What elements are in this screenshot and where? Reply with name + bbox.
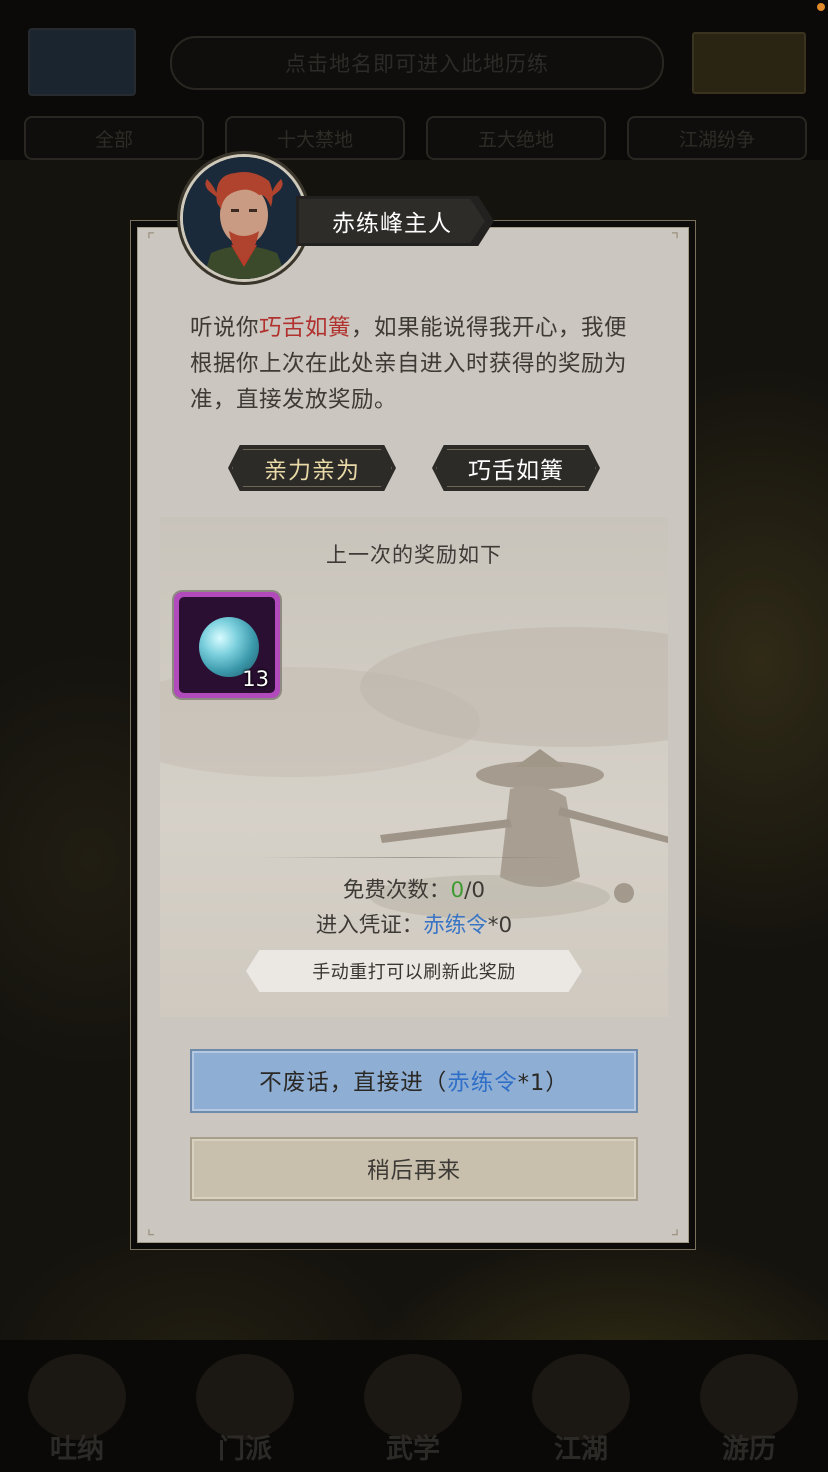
speech-text: 听说你: [190, 315, 260, 341]
button-label: 亲力亲为: [264, 458, 360, 484]
reward-item-slot[interactable]: 13: [174, 592, 280, 698]
tab-jianghu-disputes[interactable]: 江湖纷争: [627, 116, 807, 160]
direct-enter-button[interactable]: 不废话，直接进（ 赤练令 *1）: [190, 1049, 638, 1113]
nav-label: 吐纳: [50, 1434, 104, 1465]
tip-text: 手动重打可以刷新此奖励: [312, 962, 516, 983]
npc-name: 赤练峰主人: [332, 211, 452, 237]
tab-ten-forbidden-lands[interactable]: 十大禁地: [225, 116, 405, 160]
cert-label: 进入凭证：: [315, 913, 424, 938]
npc-name-plate: 赤练峰主人: [299, 199, 485, 243]
entry-token: 进入凭证：赤练令*0: [160, 908, 668, 939]
nav-travel[interactable]: 游历: [694, 1350, 804, 1468]
corner-ornament-icon: ⌟: [670, 1218, 680, 1239]
button-label: 巧舌如簧: [468, 458, 564, 484]
nav-label: 武学: [386, 1434, 440, 1465]
corner-ornament-icon: ⌜: [146, 230, 156, 251]
npc-portrait: [183, 157, 305, 279]
free-total: /0: [464, 878, 486, 903]
tab-label: 五大绝地: [477, 128, 554, 151]
tab-label: 江湖纷争: [678, 128, 755, 151]
hint-banner: 点击地名即可进入此地历练: [170, 36, 664, 90]
nav-label: 江湖: [554, 1434, 608, 1465]
come-back-later-button[interactable]: 稍后再来: [190, 1137, 638, 1201]
tab-label: 十大禁地: [276, 128, 353, 151]
silver-tongue-button[interactable]: 巧舌如簧: [432, 445, 600, 491]
fisherman-silhouette-icon: [370, 749, 668, 919]
corner-ornament-icon: ⌝: [670, 230, 680, 251]
npc-speech: 听说你巧舌如簧，如果能说得我开心，我便根据你上次在此处亲自进入时获得的奖励为准，…: [190, 310, 650, 418]
button-label: 稍后再来: [366, 1158, 461, 1184]
free-used: 0: [450, 878, 465, 903]
token-name: 赤练令: [447, 1070, 518, 1096]
cert-count: *0: [487, 913, 513, 938]
nav-label: 门派: [218, 1434, 272, 1465]
tab-all[interactable]: 全部: [24, 116, 204, 160]
item-count: 13: [242, 667, 269, 691]
hint-banner-text: 点击地名即可进入此地历练: [285, 52, 549, 76]
npc-face-icon: [183, 157, 305, 279]
nav-sect[interactable]: 门派: [190, 1350, 300, 1468]
nav-label: 游历: [722, 1434, 776, 1465]
item-slot-inner: 13: [179, 597, 275, 693]
nav-jianghu[interactable]: 江湖: [526, 1350, 636, 1468]
refresh-tip-banner: 手动重打可以刷新此奖励: [246, 950, 582, 992]
reward-title: 上一次的奖励如下: [326, 543, 502, 567]
nav-martial-arts[interactable]: 武学: [358, 1350, 468, 1468]
reward-panel: 上一次的奖励如下 13 免费次数：0/0 进入凭证：赤练令*0 手动重打可以刷新…: [160, 517, 668, 1017]
status-indicator-dot: [817, 3, 825, 11]
button-label: *1）: [517, 1070, 569, 1096]
free-attempts: 免费次数：0/0: [160, 873, 668, 904]
free-label: 免费次数：: [342, 878, 451, 903]
nav-breathing[interactable]: 吐纳: [22, 1350, 132, 1468]
button-label: 不废话，直接进（: [259, 1070, 448, 1096]
corner-ornament-icon: ⌞: [146, 1218, 156, 1239]
cert-name: 赤练令: [423, 913, 488, 938]
back-scroll-button[interactable]: [28, 28, 136, 96]
divider: [258, 857, 570, 858]
do-it-yourself-button[interactable]: 亲力亲为: [228, 445, 396, 491]
speech-highlight: 巧舌如簧: [259, 315, 352, 341]
map-thumbnail-button[interactable]: [692, 32, 806, 94]
tab-five-deadly-lands[interactable]: 五大绝地: [426, 116, 606, 160]
tab-label: 全部: [94, 128, 133, 151]
